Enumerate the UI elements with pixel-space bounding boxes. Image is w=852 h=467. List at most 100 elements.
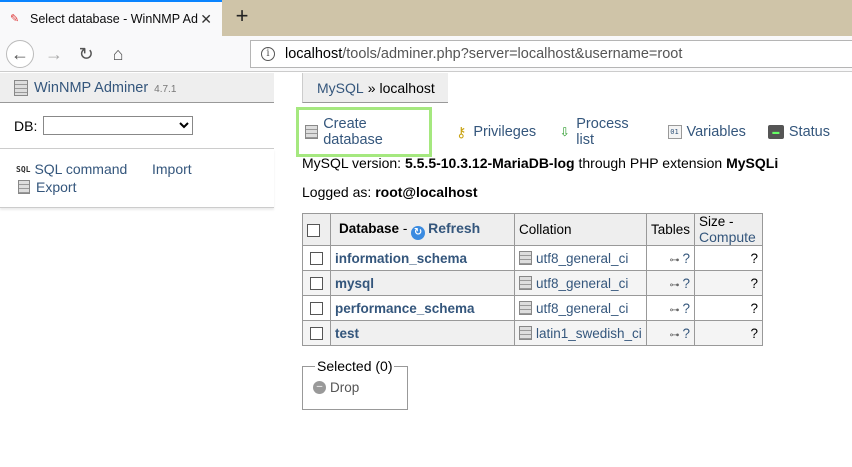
col-dash: - xyxy=(402,220,408,236)
collation-cell: utf8_general_ci xyxy=(514,245,647,271)
db-name-link[interactable]: test xyxy=(335,326,359,341)
collation-link[interactable]: utf8_general_ci xyxy=(536,301,628,316)
db-select[interactable] xyxy=(43,116,194,135)
refresh-label: Refresh xyxy=(428,219,481,236)
table-header-row: Database - ↻ Refresh Collation Tables Siz… xyxy=(302,213,763,246)
browser-tab[interactable]: ✎ Select database - WinNMP Admi ✕ xyxy=(0,0,222,36)
version-value: 5.5.5-10.3.12-MariaDB-log xyxy=(404,155,575,171)
breadcrumb-separator: » xyxy=(367,79,376,96)
through-text: through PHP extension xyxy=(578,155,723,171)
breadcrumb-mysql[interactable]: MySQL xyxy=(317,80,364,96)
db-name-cell: information_schema xyxy=(330,245,515,271)
sql-command-label: SQL command xyxy=(34,161,128,177)
collation-icon xyxy=(519,250,532,265)
drop-button[interactable]: – Drop xyxy=(313,380,397,395)
col-tables: Tables xyxy=(645,213,696,246)
url-bar[interactable]: i localhost/tools/adminer.php?server=loc… xyxy=(250,40,852,68)
export-label: Export xyxy=(36,179,77,195)
collation-cell: utf8_general_ci xyxy=(514,270,647,296)
table-row: mysql utf8_general_ci ⊶? ? xyxy=(302,270,763,296)
selected-fieldset: Selected (0) – Drop xyxy=(302,358,408,410)
collation-link[interactable]: latin1_swedish_ci xyxy=(536,326,642,341)
select-all-checkbox[interactable] xyxy=(307,223,320,237)
sidebar-header: WinNMP Adminer 4.7.1 xyxy=(0,73,274,103)
breadcrumb: MySQL » localhost xyxy=(302,73,448,103)
privileges-link[interactable]: ⚷ Privileges xyxy=(454,123,536,141)
row-checkbox-cell xyxy=(302,245,331,271)
info-icon[interactable]: i xyxy=(261,47,275,61)
size-cell: ? xyxy=(694,295,763,321)
app-name-link[interactable]: WinNMP Adminer xyxy=(34,80,148,96)
home-icon[interactable]: ⌂ xyxy=(104,40,132,68)
key-icon: ⚷ xyxy=(456,123,467,140)
tables-value: ? xyxy=(682,325,691,341)
pen-icon: ✎ xyxy=(10,13,20,25)
process-list-link[interactable]: ⇩ Process list xyxy=(558,116,645,148)
table-row: test latin1_swedish_ci ⊶? ? xyxy=(302,320,763,346)
db-name-link[interactable]: mysql xyxy=(335,276,374,291)
process-list-label: Process list xyxy=(576,116,629,148)
db-name-cell: performance_schema xyxy=(330,295,515,321)
table-row: performance_schema utf8_general_ci ⊶? ? xyxy=(302,295,763,321)
close-icon[interactable]: ✕ xyxy=(200,11,212,28)
back-arrow-icon[interactable]: ← xyxy=(6,40,34,68)
forward-arrow-icon[interactable]: → xyxy=(40,40,68,68)
db-label: DB: xyxy=(14,117,38,134)
minus-icon: – xyxy=(313,381,326,394)
col-database: Database - ↻ Refresh xyxy=(330,213,515,246)
row-checkbox[interactable] xyxy=(310,302,323,316)
logged-prefix: Logged as: xyxy=(302,184,372,200)
databases-table: Database - ↻ Refresh Collation Tables Siz… xyxy=(302,213,763,346)
refresh-icon: ↻ xyxy=(411,225,426,240)
tables-value: ? xyxy=(682,275,691,291)
mysql-version-line: MySQL version: 5.5.5-10.3.12-MariaDB-log… xyxy=(302,155,778,171)
col-database-label: Database xyxy=(339,220,400,236)
import-link[interactable]: Import xyxy=(152,161,192,177)
new-tab-icon[interactable]: + xyxy=(230,4,254,28)
row-checkbox[interactable] xyxy=(310,252,323,266)
refresh-link[interactable]: ↻ Refresh xyxy=(411,219,481,240)
row-checkbox[interactable] xyxy=(310,277,323,291)
collation-icon xyxy=(519,300,532,315)
select-all-cell xyxy=(302,213,331,246)
schema-icon[interactable]: ⊶ xyxy=(670,255,680,266)
sidebar-links: SQL SQL command Import Export xyxy=(0,149,274,208)
db-name-link[interactable]: performance_schema xyxy=(335,301,475,316)
size-cell: ? xyxy=(694,320,763,346)
collation-cell: latin1_swedish_ci xyxy=(514,320,647,346)
table-row: information_schema utf8_general_ci ⊶? ? xyxy=(302,245,763,271)
schema-icon[interactable]: ⊶ xyxy=(670,330,680,341)
create-database-label: Create database xyxy=(323,116,383,148)
row-checkbox[interactable] xyxy=(310,327,323,341)
app-version: 4.7.1 xyxy=(154,83,177,95)
schema-icon[interactable]: ⊶ xyxy=(670,280,680,291)
col-size-label: Size xyxy=(699,214,726,229)
compute-link[interactable]: Compute xyxy=(699,229,756,245)
reload-icon[interactable]: ↻ xyxy=(72,40,100,68)
row-checkbox-cell xyxy=(302,270,331,296)
collation-link[interactable]: utf8_general_ci xyxy=(536,276,628,291)
status-icon: ▬ xyxy=(767,125,784,139)
size-cell: ? xyxy=(694,245,763,271)
create-database-link[interactable]: Create database xyxy=(296,107,433,157)
tables-cell: ⊶? xyxy=(645,270,696,296)
export-link[interactable]: Export xyxy=(18,179,76,195)
database-icon xyxy=(14,79,28,96)
sql-icon: SQL xyxy=(16,164,31,174)
col-collation: Collation xyxy=(514,213,647,246)
tables-value: ? xyxy=(682,250,691,266)
db-name-cell: mysql xyxy=(330,270,515,296)
variables-link[interactable]: 01 Variables xyxy=(667,124,746,140)
browser-tab-bar: ✎ Select database - WinNMP Admi ✕ + xyxy=(0,0,852,36)
db-name-link[interactable]: information_schema xyxy=(335,251,467,266)
sql-command-link[interactable]: SQL SQL command xyxy=(16,161,127,177)
collation-link[interactable]: utf8_general_ci xyxy=(536,251,628,266)
collation-cell: utf8_general_ci xyxy=(514,295,647,321)
status-link[interactable]: ▬ Status xyxy=(767,124,830,140)
browser-nav-bar: ← → ↻ ⌂ i localhost/tools/adminer.php?se… xyxy=(0,36,852,72)
url-text[interactable]: localhost/tools/adminer.php?server=local… xyxy=(285,46,682,62)
version-prefix: MySQL version: xyxy=(302,155,402,171)
logged-as-line: Logged as: root@localhost xyxy=(302,184,478,200)
tables-cell: ⊶? xyxy=(645,320,696,346)
schema-icon[interactable]: ⊶ xyxy=(670,305,680,316)
